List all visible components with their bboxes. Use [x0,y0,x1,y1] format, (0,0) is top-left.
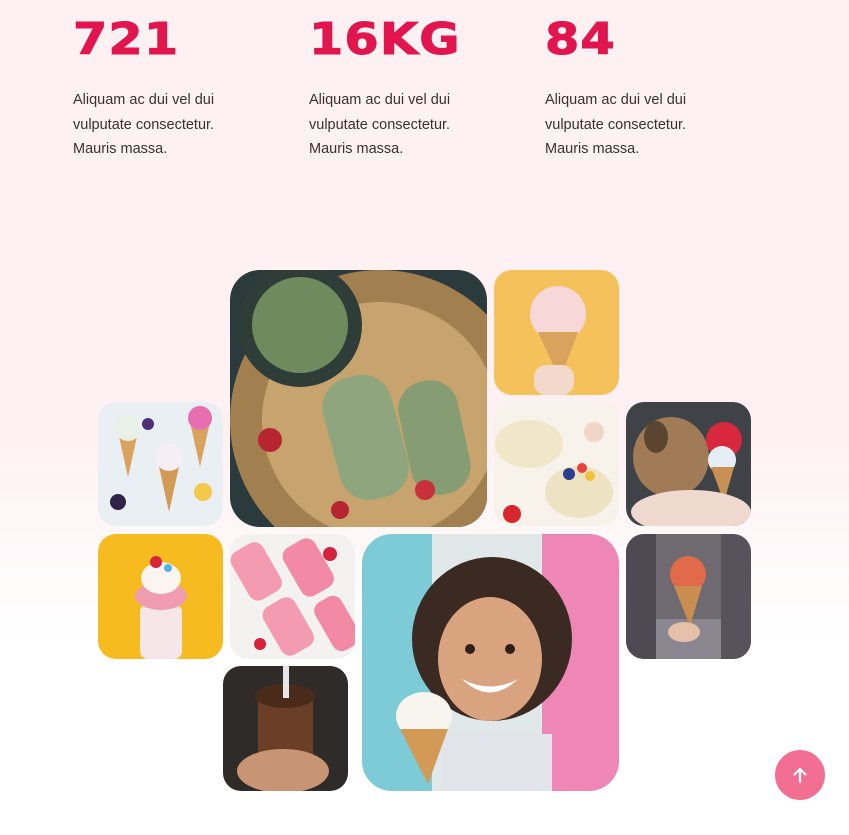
gallery-image-cones-flatlay[interactable] [98,402,223,526]
back-to-top-button[interactable] [775,750,825,800]
gallery-image-matcha-popsicles[interactable] [230,270,487,527]
stat-description: Aliquam ac dui vel dui vulputate consect… [545,92,687,157]
gallery-image-dog-ice-cream[interactable] [626,402,751,526]
gallery-image-smiling-woman[interactable] [362,534,619,791]
gallery-image-cone-street[interactable] [626,534,751,659]
gallery-image-milkshake-jar[interactable] [98,534,223,659]
stat-block: 84 Aliquam ac dui vel dui vulputate cons… [544,17,745,162]
stat-value: 16KG [308,14,461,65]
gallery-image-pink-cone[interactable] [494,270,619,395]
stat-description: Aliquam ac dui vel dui vulputate consect… [73,92,215,157]
stat-block: 16KG Aliquam ac dui vel dui vulputate co… [308,17,509,162]
stat-value: 721 [72,14,180,65]
gallery-image-strawberry-popsicles[interactable] [230,534,355,659]
stat-value: 84 [544,14,616,65]
stat-block: 721 Aliquam ac dui vel dui vulputate con… [72,17,273,162]
gallery-image-fruit-cups[interactable] [494,402,619,526]
gallery-image-chocolate-drink[interactable] [223,666,348,791]
stat-description: Aliquam ac dui vel dui vulputate consect… [309,92,451,157]
arrow-up-icon [793,767,807,784]
